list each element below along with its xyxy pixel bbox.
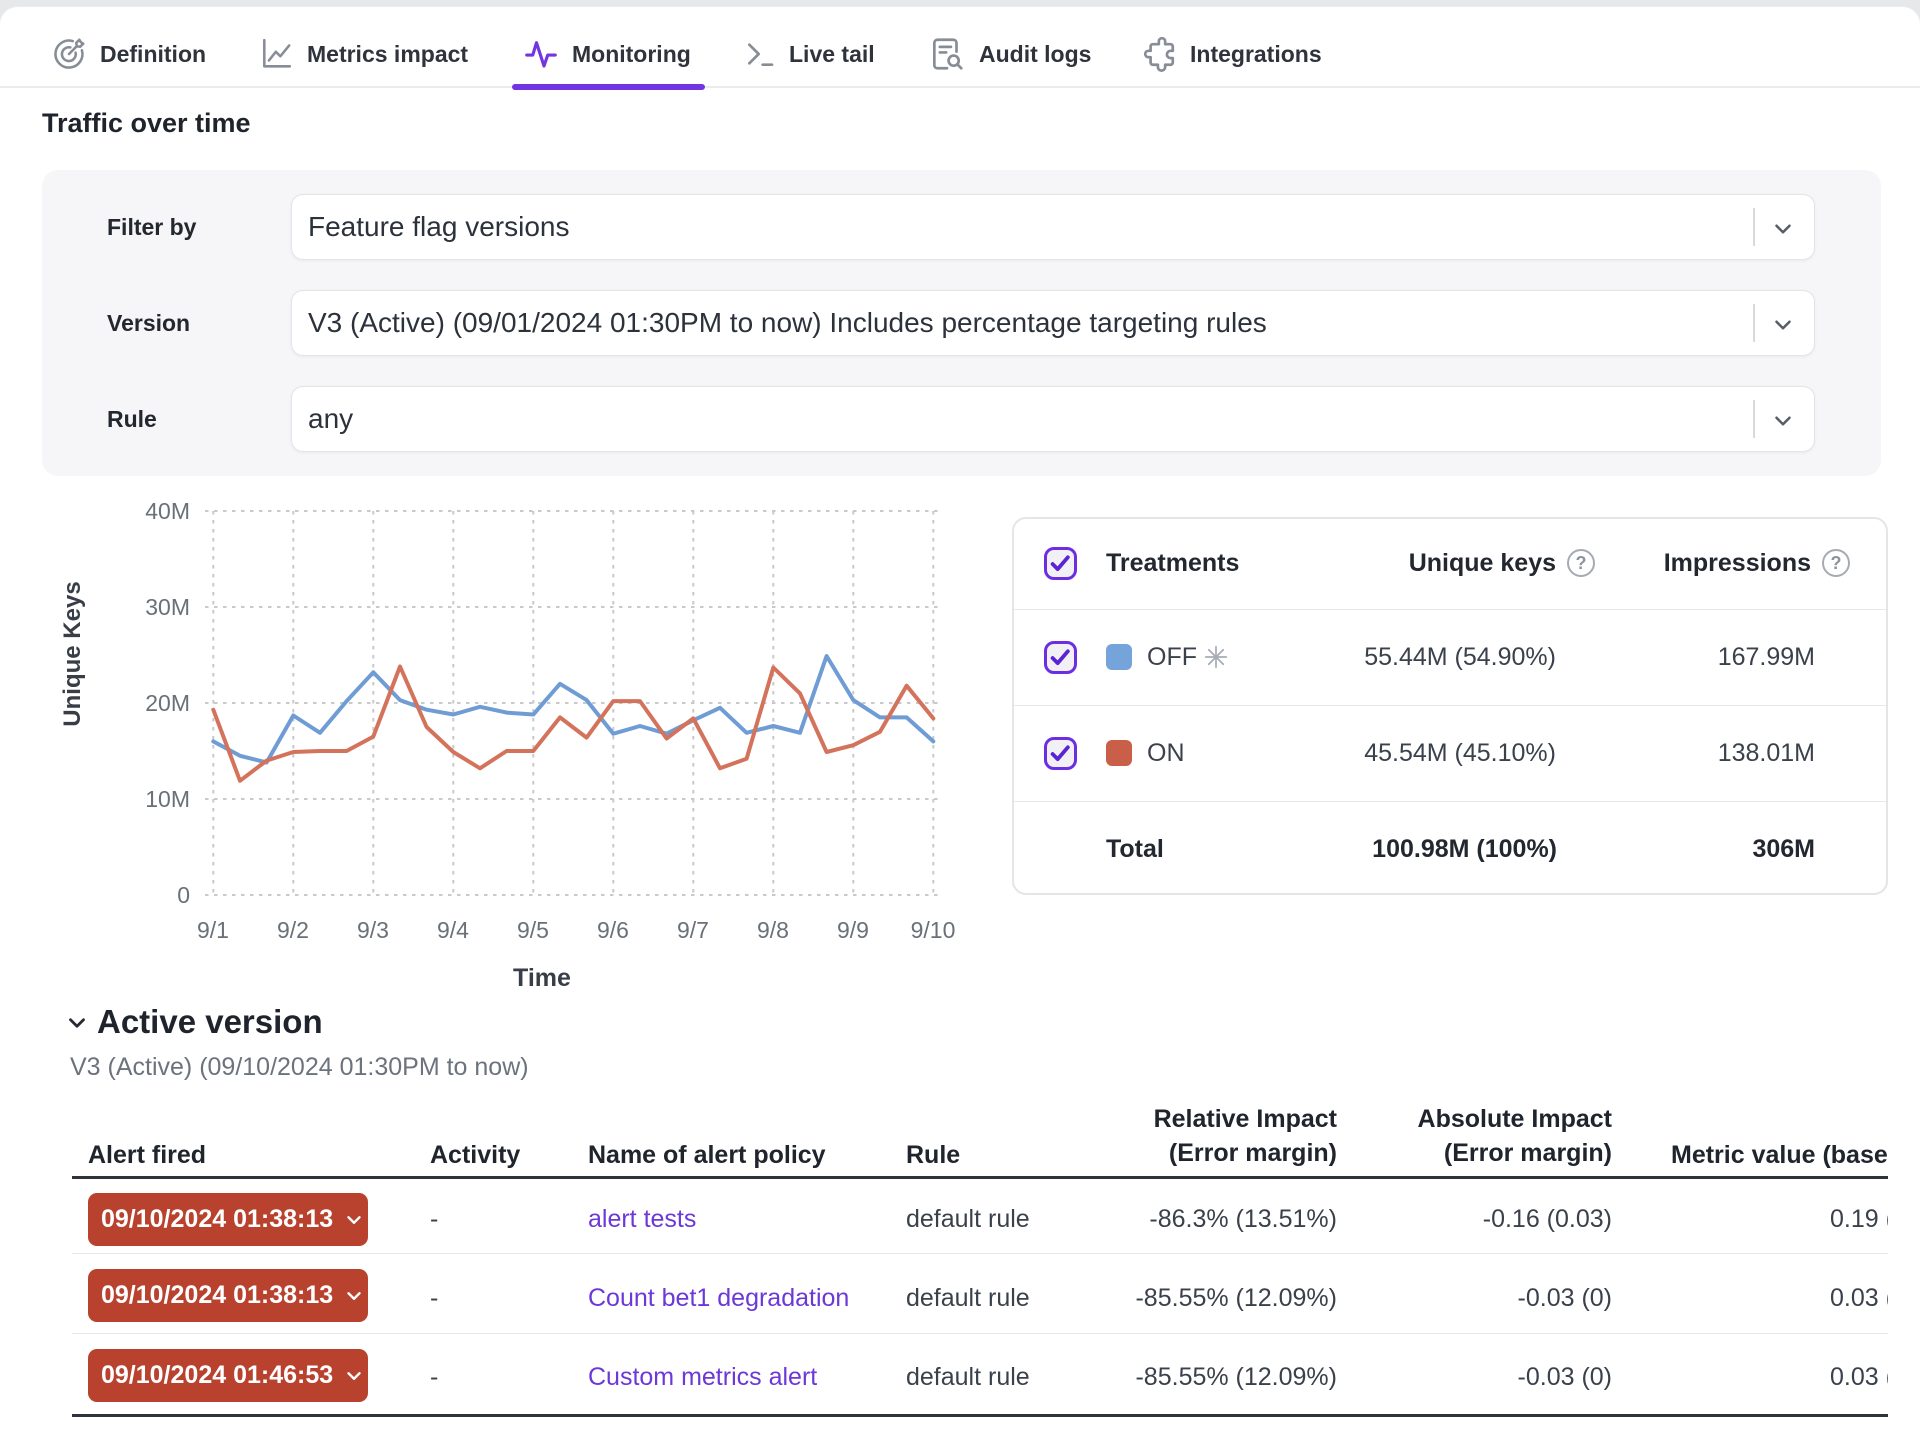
svg-text:9/2: 9/2	[277, 917, 309, 943]
svg-text:30M: 30M	[145, 594, 190, 620]
svg-text:9/1: 9/1	[197, 917, 229, 943]
svg-text:9/3: 9/3	[357, 917, 389, 943]
svg-text:9/9: 9/9	[837, 917, 869, 943]
svg-text:0: 0	[177, 882, 190, 908]
svg-text:Time: Time	[513, 964, 571, 992]
svg-text:40M: 40M	[145, 498, 190, 524]
svg-text:9/5: 9/5	[517, 917, 549, 943]
svg-text:20M: 20M	[145, 690, 190, 716]
svg-text:9/7: 9/7	[677, 917, 709, 943]
svg-text:9/4: 9/4	[437, 917, 469, 943]
svg-text:10M: 10M	[145, 786, 190, 812]
svg-text:9/8: 9/8	[757, 917, 789, 943]
svg-text:Unique Keys: Unique Keys	[59, 581, 86, 726]
svg-text:9/10: 9/10	[911, 917, 956, 943]
svg-text:9/6: 9/6	[597, 917, 629, 943]
